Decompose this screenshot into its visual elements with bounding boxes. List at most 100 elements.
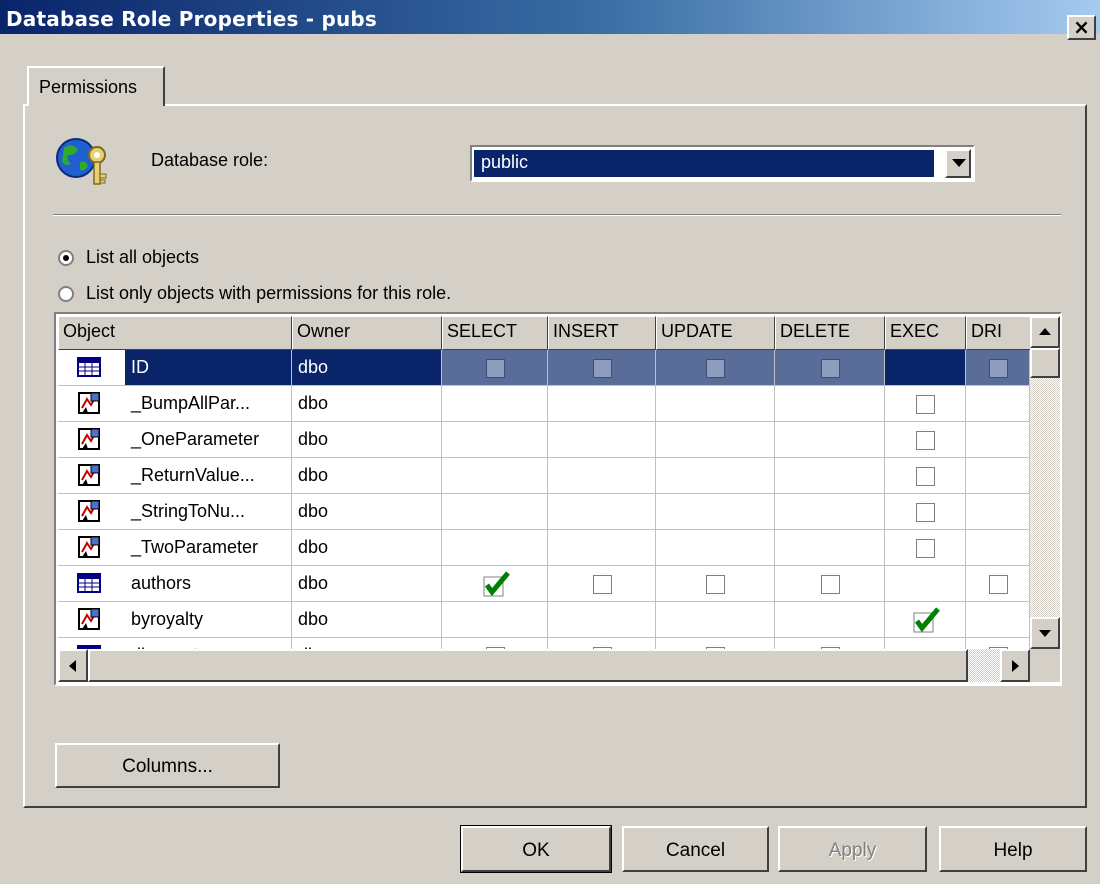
scroll-up-button[interactable]	[1030, 316, 1060, 348]
cell-object[interactable]: byroyalty	[58, 602, 292, 638]
cell-dri	[966, 530, 1030, 566]
cell-update[interactable]	[656, 566, 775, 602]
ok-button[interactable]: OK	[460, 825, 612, 873]
checkbox-dri[interactable]	[988, 358, 1008, 378]
cell-object[interactable]: authors	[58, 566, 292, 602]
cell-insert[interactable]	[548, 566, 656, 602]
checkbox-dri[interactable]	[988, 574, 1008, 594]
cell-object[interactable]: _ReturnValue...	[58, 458, 292, 494]
column-header-delete[interactable]: DELETE	[775, 316, 885, 350]
checkbox-update[interactable]	[706, 574, 725, 594]
permissions-grid-body: Object Owner SELECT INSERT UPDATE DELETE…	[58, 316, 1030, 649]
column-header-exec[interactable]: EXEC	[885, 316, 966, 350]
table-row[interactable]: ID dbo	[58, 350, 1030, 386]
checkbox-insert[interactable]	[592, 574, 612, 594]
cell-exec[interactable]	[885, 494, 966, 530]
cell-exec[interactable]	[885, 602, 966, 638]
table-row[interactable]: _OneParameter dbo	[58, 422, 1030, 458]
checkbox-delete[interactable]	[820, 358, 840, 378]
checkbox-exec[interactable]	[916, 394, 935, 414]
table-row[interactable]: byroyalty dbo	[58, 602, 1030, 638]
cell-delete[interactable]	[775, 566, 885, 602]
list-permitted-objects-option[interactable]: List only objects with permissions for t…	[58, 283, 451, 304]
cell-dri	[966, 422, 1030, 458]
cell-select	[442, 494, 548, 530]
cell-exec[interactable]	[885, 386, 966, 422]
horizontal-scroll-thumb[interactable]	[88, 649, 968, 682]
table-row[interactable]: _ReturnValue... dbo	[58, 458, 1030, 494]
cell-dri[interactable]	[966, 638, 1030, 649]
table-row[interactable]: _TwoParameter dbo	[58, 530, 1030, 566]
scroll-left-button[interactable]	[58, 649, 88, 682]
checkmark-icon[interactable]	[911, 606, 941, 638]
scroll-down-button[interactable]	[1030, 617, 1060, 649]
vertical-scroll-thumb[interactable]	[1030, 348, 1060, 378]
cell-object[interactable]: _OneParameter	[58, 422, 292, 458]
column-header-owner[interactable]: Owner	[292, 316, 442, 350]
help-button[interactable]: Help	[939, 826, 1087, 872]
object-name: _OneParameter	[131, 429, 260, 449]
cell-dri[interactable]	[966, 566, 1030, 602]
radio-button[interactable]	[58, 285, 74, 302]
tab-permissions[interactable]: Permissions	[27, 66, 165, 106]
scrollbar-corner	[1030, 649, 1060, 682]
column-header-dri[interactable]: DRI	[966, 316, 1030, 350]
permissions-grid[interactable]: Object Owner SELECT INSERT UPDATE DELETE…	[54, 312, 1062, 686]
column-header-object[interactable]: Object	[58, 316, 292, 350]
cell-update	[656, 602, 775, 638]
cell-insert[interactable]	[548, 350, 656, 386]
arrow-left-icon	[69, 660, 76, 672]
cell-exec[interactable]	[885, 458, 966, 494]
list-all-objects-option[interactable]: List all objects	[58, 247, 199, 268]
cell-exec[interactable]	[885, 422, 966, 458]
radio-button-checked[interactable]	[58, 249, 74, 266]
cell-insert[interactable]	[548, 638, 656, 649]
checkbox-insert[interactable]	[592, 358, 612, 378]
cell-dri	[966, 458, 1030, 494]
checkbox-exec[interactable]	[916, 502, 935, 522]
stored-procedure-icon	[76, 606, 102, 632]
cell-update[interactable]	[656, 638, 775, 649]
checkbox-exec[interactable]	[916, 430, 935, 450]
cell-select[interactable]	[442, 566, 548, 602]
horizontal-scrollbar[interactable]	[58, 649, 1030, 682]
table-icon	[76, 570, 102, 596]
cell-select[interactable]	[442, 350, 548, 386]
cell-insert	[548, 494, 656, 530]
cell-object[interactable]: _BumpAllPar...	[58, 386, 292, 422]
column-header-select[interactable]: SELECT	[442, 316, 548, 350]
column-header-insert[interactable]: INSERT	[548, 316, 656, 350]
cell-object[interactable]: ID	[58, 350, 292, 386]
database-role-icon	[56, 138, 107, 185]
column-header-update[interactable]: UPDATE	[656, 316, 775, 350]
cell-exec[interactable]	[885, 530, 966, 566]
table-row[interactable]: discountsdbo	[58, 638, 1030, 649]
cell-delete	[775, 602, 885, 638]
checkbox-select[interactable]	[485, 358, 505, 378]
columns-button[interactable]: Columns...	[55, 743, 280, 788]
cancel-button[interactable]: Cancel	[622, 826, 769, 872]
cell-update[interactable]	[656, 350, 775, 386]
cell-delete[interactable]	[775, 350, 885, 386]
scroll-right-button[interactable]	[1000, 649, 1030, 682]
table-row[interactable]: _StringToNu... dbo	[58, 494, 1030, 530]
table-row[interactable]: authors dbo	[58, 566, 1030, 602]
checkbox-update[interactable]	[706, 358, 725, 378]
checkmark-icon[interactable]	[481, 570, 511, 602]
database-role-dropdown[interactable]: public	[470, 145, 975, 182]
dropdown-arrow-button[interactable]	[945, 149, 971, 178]
checkbox-exec[interactable]	[916, 538, 935, 558]
apply-button[interactable]: Apply	[778, 826, 927, 872]
cell-exec	[885, 350, 966, 386]
cell-select[interactable]	[442, 638, 548, 649]
cell-object[interactable]: discounts	[58, 638, 292, 649]
vertical-scrollbar[interactable]	[1030, 316, 1060, 649]
close-button[interactable]: ×	[1067, 15, 1096, 40]
cell-delete[interactable]	[775, 638, 885, 649]
checkbox-exec[interactable]	[916, 466, 935, 486]
cell-dri[interactable]	[966, 350, 1030, 386]
cell-object[interactable]: _StringToNu...	[58, 494, 292, 530]
table-row[interactable]: _BumpAllPar... dbo	[58, 386, 1030, 422]
cell-object[interactable]: _TwoParameter	[58, 530, 292, 566]
checkbox-delete[interactable]	[820, 574, 840, 594]
